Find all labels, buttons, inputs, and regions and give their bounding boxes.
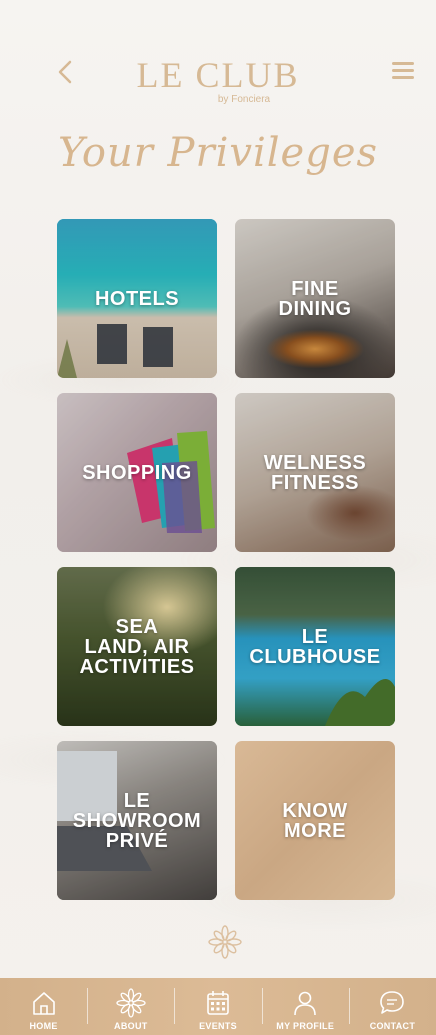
menu-button[interactable] [392, 62, 414, 80]
tile-wellness-fitness[interactable]: WELNESS FITNESS [235, 393, 395, 552]
app-logo: LE CLUB by Fonciera [0, 54, 436, 105]
home-icon [32, 992, 55, 1015]
tab-label: EVENTS [199, 1021, 237, 1031]
tile-label: SHOPPING [82, 461, 192, 484]
tab-label: ABOUT [114, 1021, 148, 1031]
tile-le-showroom-prive[interactable]: LE SHOWROOM PRIVÉ [57, 741, 217, 900]
tile-know-more[interactable]: KNOW MORE [235, 741, 395, 900]
app-header: LE CLUB by Fonciera [0, 48, 436, 118]
tab-label: HOME [29, 1021, 58, 1031]
tab-about[interactable]: ABOUT [87, 978, 174, 1035]
calendar-icon [207, 991, 229, 1015]
tab-my-profile[interactable]: MY PROFILE [261, 978, 349, 1035]
tile-label: LE SHOWROOM PRIVÉ [72, 789, 202, 852]
chat-icon [380, 991, 405, 1014]
tab-label: CONTACT [369, 1021, 416, 1031]
tile-shopping[interactable]: SHOPPING [57, 393, 217, 552]
tile-label: SEA LAND, AIR ACTIVITIES [79, 615, 195, 678]
logo-text: LE CLUB [136, 55, 300, 95]
flower-ornament-icon [208, 925, 242, 959]
user-icon [294, 991, 317, 1016]
tile-hotels[interactable]: HOTELS [57, 219, 217, 378]
logo-subtitle: by Fonciera [217, 94, 271, 105]
tab-home[interactable]: HOME [0, 978, 87, 1035]
privileges-grid: HOTELS FINE DINING SHOPPING WELNESS FITN… [57, 219, 395, 900]
bottom-tab-bar: HOME ABOUT EVENTS MY PROFILE CONTACT [0, 978, 436, 1035]
tile-le-clubhouse[interactable]: LE CLUBHOUSE [235, 567, 395, 726]
tile-label: LE CLUBHOUSE [249, 625, 381, 668]
tab-label: MY PROFILE [276, 1021, 335, 1031]
hamburger-menu-icon [392, 62, 414, 65]
tile-label: WELNESS FITNESS [263, 451, 367, 494]
tile-sea-land-air[interactable]: SEA LAND, AIR ACTIVITIES [57, 567, 217, 726]
flower-icon [116, 988, 146, 1018]
tile-label: FINE DINING [278, 277, 352, 320]
tile-fine-dining[interactable]: FINE DINING [235, 219, 395, 378]
page-title: Your Privileges [57, 130, 379, 176]
tile-label: KNOW MORE [282, 799, 348, 842]
tile-label: HOTELS [94, 287, 180, 310]
tab-events[interactable]: EVENTS [174, 978, 261, 1035]
tab-contact[interactable]: CONTACT [348, 978, 436, 1035]
